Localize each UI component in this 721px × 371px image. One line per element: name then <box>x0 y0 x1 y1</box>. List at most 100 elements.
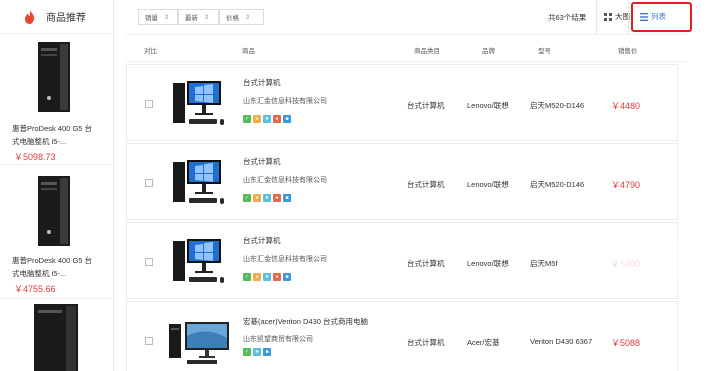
product-brand: Acer/宏基 <box>467 338 500 347</box>
divider <box>628 0 629 34</box>
product-image[interactable] <box>165 77 237 131</box>
sidebar-product-3[interactable] <box>0 298 113 371</box>
compare-checkbox[interactable] <box>145 258 153 266</box>
product-image[interactable] <box>165 235 237 289</box>
table-header: 对比 商品 商品类目 品牌 型号 销售价 <box>126 34 686 62</box>
shop-name[interactable]: 山东汇金信息科技有限公司 <box>243 96 327 106</box>
result-count: 共63个结果 <box>548 13 587 22</box>
product-model: 启天M520-D146 <box>530 101 585 110</box>
header-category: 商品类目 <box>414 48 440 55</box>
badge-icon: ♦ <box>253 194 261 202</box>
sort-toolbar: 销量 ⇕ 最新 ⇕ 价格 ⇕ 共63个结果 大图 列表 <box>126 0 721 34</box>
badge-icon: ■ <box>283 194 291 202</box>
product-image[interactable] <box>165 156 237 210</box>
badge-icon: ★ <box>263 273 271 281</box>
sort-newest-button[interactable]: 最新 ⇕ <box>178 9 219 25</box>
divider <box>596 0 597 34</box>
sort-arrow-icon: ⇕ <box>245 14 251 21</box>
sidebar-header: 商品推荐 <box>0 0 113 34</box>
header-brand: 品牌 <box>482 48 495 55</box>
product-price: ￥4480 <box>611 101 641 111</box>
name-line: 惠普ProDesk 400 G5 台 <box>12 124 93 133</box>
table-row[interactable]: 台式计算机 山东汇金信息科技有限公司 ✓ ♦ ★ ● ■ 台式计算机 Lenov… <box>126 143 678 220</box>
badge-icon: ■ <box>283 115 291 123</box>
shop-name[interactable]: 山东凯望商贸有限公司 <box>243 334 313 344</box>
product-category: 台式计算机 <box>407 180 445 189</box>
badge-icon: ♦ <box>253 115 261 123</box>
compare-checkbox[interactable] <box>145 337 153 345</box>
product-model: Veriton D430 6367 <box>530 337 593 346</box>
sort-label: 价格 <box>226 15 239 22</box>
sidebar-product-2[interactable]: 惠普ProDesk 400 G5 台 式电脑整机 i5-... ￥4755.66 <box>0 164 113 294</box>
badge-icon: ✓ <box>243 348 251 356</box>
badge-icon: ♦ <box>253 273 261 281</box>
product-name[interactable]: 台式计算机 <box>243 77 281 88</box>
product-brand: Lenovo/联想 <box>467 101 509 110</box>
product-category: 台式计算机 <box>407 338 445 347</box>
view-list-button[interactable]: 列表 <box>640 11 666 22</box>
table-row[interactable]: 宏碁(acer)Veriton D430 台式商用电脑 山东凯望商贸有限公司 ✓… <box>126 301 678 371</box>
badge-icon: ● <box>273 273 281 281</box>
product-brand: Lenovo/联想 <box>467 180 509 189</box>
page: 商品推荐 惠普ProDesk 400 G5 台 式电脑整机 i5-... ￥50… <box>0 0 721 371</box>
product-image[interactable] <box>32 42 76 112</box>
badge-icon: ■ <box>283 273 291 281</box>
compare-checkbox[interactable] <box>145 179 153 187</box>
view-grid-button[interactable]: 大图 <box>604 11 630 22</box>
badge-group: ✓ ♦ ★ ● ■ <box>243 194 291 202</box>
sidebar-product-name[interactable]: 惠普ProDesk 400 G5 台 式电脑整机 i5-... <box>12 254 110 280</box>
badge-icon: ● <box>273 194 281 202</box>
sidebar-product-price: ￥5098.73 <box>14 152 56 162</box>
sort-arrow-icon: ⇕ <box>164 14 170 21</box>
fire-icon <box>25 9 34 24</box>
product-image[interactable] <box>30 304 82 371</box>
badge-group: ✓ ♦ ★ ● ■ <box>243 115 291 123</box>
badge-icon: ■ <box>263 348 271 356</box>
sidebar-title: 商品推荐 <box>46 13 86 24</box>
view-label: 列表 <box>651 12 666 21</box>
recommend-sidebar: 商品推荐 惠普ProDesk 400 G5 台 式电脑整机 i5-... ￥50… <box>0 0 114 371</box>
product-name[interactable]: 台式计算机 <box>243 156 281 167</box>
badge-icon: ★ <box>253 348 261 356</box>
sort-price-button[interactable]: 价格 ⇕ <box>219 9 264 25</box>
product-category: 台式计算机 <box>407 101 445 110</box>
name-line: 式电脑整机 i5-... <box>12 137 67 146</box>
name-line: 惠普ProDesk 400 G5 台 <box>12 256 93 265</box>
badge-icon: ● <box>273 115 281 123</box>
shop-name[interactable]: 山东汇金信息科技有限公司 <box>243 254 327 264</box>
badge-icon: ★ <box>263 115 271 123</box>
sidebar-product-name[interactable]: 惠普ProDesk 400 G5 台 式电脑整机 i5-... <box>12 122 110 148</box>
badge-icon: ✓ <box>243 194 251 202</box>
product-price: ￥5088 <box>611 338 641 348</box>
product-image[interactable] <box>32 176 76 246</box>
product-image[interactable] <box>165 316 237 370</box>
header-compare: 对比 <box>144 48 157 55</box>
table-row[interactable]: 台式计算机 山东汇金信息科技有限公司 ✓ ♦ ★ ● ■ 台式计算机 Lenov… <box>126 64 678 141</box>
product-price: ￥5400 <box>611 259 641 269</box>
sort-label: 销量 <box>145 15 158 22</box>
product-name[interactable]: 宏碁(acer)Veriton D430 台式商用电脑 <box>243 316 368 327</box>
shop-name[interactable]: 山东汇金信息科技有限公司 <box>243 175 327 185</box>
badge-group: ✓ ★ ■ <box>243 348 271 356</box>
grid-icon <box>604 12 612 21</box>
product-brand: Lenovo/联想 <box>467 259 509 268</box>
product-model: 启天M520-D146 <box>530 180 585 189</box>
sort-arrow-icon: ⇕ <box>204 14 210 21</box>
sidebar-product-price: ￥4755.66 <box>14 284 56 294</box>
table-row[interactable]: 台式计算机 山东汇金信息科技有限公司 ✓ ♦ ★ ● ■ 台式计算机 Lenov… <box>126 222 678 299</box>
product-category: 台式计算机 <box>407 259 445 268</box>
sidebar-product-1[interactable]: 惠普ProDesk 400 G5 台 式电脑整机 i5-... ￥5098.73 <box>0 34 113 164</box>
header-product: 商品 <box>242 48 255 55</box>
product-model: 启天M5f <box>530 259 558 268</box>
badge-icon: ✓ <box>243 273 251 281</box>
compare-checkbox[interactable] <box>145 100 153 108</box>
product-name[interactable]: 台式计算机 <box>243 235 281 246</box>
header-model: 型号 <box>538 48 551 55</box>
list-icon <box>640 12 648 21</box>
header-price: 销售价 <box>618 48 638 55</box>
sort-sales-button[interactable]: 销量 ⇕ <box>138 9 178 25</box>
name-line: 式电脑整机 i5-... <box>12 269 67 278</box>
product-price: ￥4790 <box>611 180 641 190</box>
badge-icon: ★ <box>263 194 271 202</box>
badge-icon: ✓ <box>243 115 251 123</box>
